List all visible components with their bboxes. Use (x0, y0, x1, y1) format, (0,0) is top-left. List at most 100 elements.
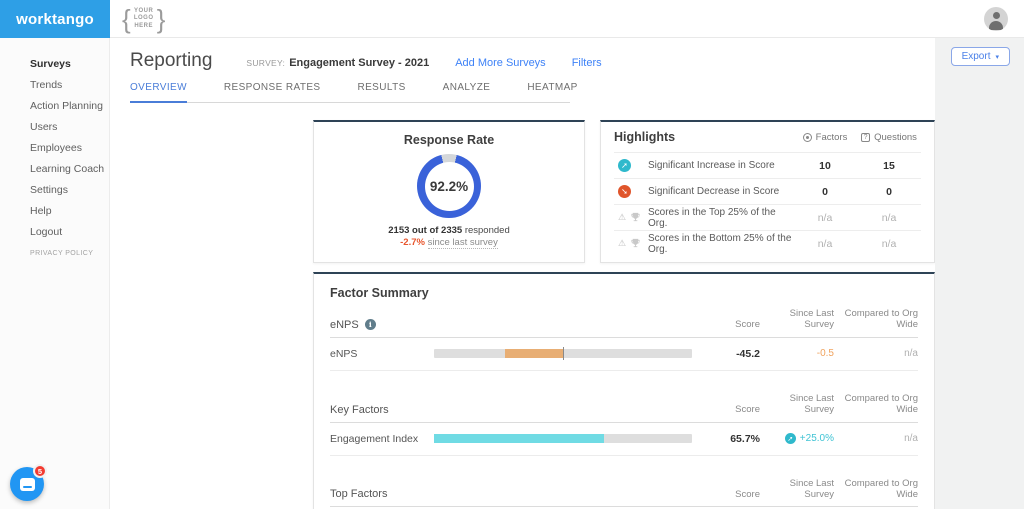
compared-value: n/a (842, 433, 918, 444)
score-column-header: Score (702, 319, 760, 330)
brace-right-icon: } (157, 6, 166, 32)
engagement-bar-segment (434, 434, 604, 443)
highlight-label: Scores in the Bottom 25% of the Org. (648, 233, 793, 255)
compared-to-org-wide-column-header: Compared to Org Wide (842, 478, 918, 501)
enps-group-header: eNPS i Score Since Last Survey Compared … (330, 308, 918, 338)
highlight-label: Significant Increase in Score (648, 160, 793, 171)
change-label[interactable]: since last survey (428, 237, 498, 249)
sidebar: Surveys Trends Action Planning Users Emp… (0, 38, 110, 509)
factors-value: 10 (793, 160, 857, 172)
group-label: eNPS (330, 319, 359, 331)
target-icon (803, 133, 812, 142)
privacy-policy-link[interactable]: PRIVACY POLICY (30, 250, 93, 257)
compared-value: n/a (842, 348, 918, 359)
group-label: Key Factors (330, 404, 702, 416)
questions-column-header: ? Questions (857, 132, 921, 143)
highlight-row-top25: ⚠ Scores in the Top 25% of the Org. n/a … (614, 204, 921, 230)
decrease-arrow-icon: ➘ (618, 185, 631, 198)
response-rate-card: Response Rate 92.2% 2153 out of 2335 res… (313, 120, 585, 263)
score-column-header: Score (702, 489, 760, 500)
tab-results[interactable]: RESULTS (357, 82, 405, 102)
questions-value: 0 (857, 186, 921, 198)
response-rate-change: -2.7% since last survey (314, 237, 584, 248)
warning-icon: ⚠ (618, 213, 626, 223)
page-title: Reporting (130, 50, 212, 72)
sidebar-item-logout[interactable]: Logout (0, 222, 109, 243)
survey-name: Engagement Survey - 2021 (289, 57, 429, 69)
since-last-survey-column-header: Since Last Survey (768, 478, 834, 501)
export-button[interactable]: Export ▾ (951, 47, 1010, 66)
since-last-survey-value: ➚ +25.0% (768, 433, 834, 444)
enps-row: eNPS -45.2 -0.5 n/a (330, 338, 918, 371)
factors-label: Factors (816, 132, 848, 143)
report-tabs: OVERVIEW RESPONSE RATES RESULTS ANALYZE … (130, 82, 570, 103)
tab-heatmap[interactable]: HEATMAP (527, 82, 577, 102)
factor-label: Engagement Index (330, 433, 434, 445)
response-rate-donut-chart: 92.2% (417, 154, 481, 218)
highlights-card: Highlights Factors ? Questions ➚ Signifi… (600, 120, 935, 263)
client-logo-placeholder: { YOUR LOGO HERE } (122, 4, 165, 34)
brace-left-icon: { (122, 6, 131, 32)
highlight-label: Significant Decrease in Score (648, 186, 793, 197)
responded-count: 2153 out of 2335 (388, 225, 462, 236)
sidebar-item-settings[interactable]: Settings (0, 180, 109, 201)
response-rate-detail: 2153 out of 2335 responded (314, 225, 584, 236)
tab-analyze[interactable]: ANALYZE (443, 82, 491, 102)
since-value-text: +25.0% (800, 433, 834, 444)
sidebar-item-employees[interactable]: Employees (0, 138, 109, 159)
key-factors-group-header: Key Factors Score Since Last Survey Comp… (330, 393, 918, 423)
since-last-survey-column-header: Since Last Survey (768, 393, 834, 416)
notification-badge: 5 (33, 464, 47, 478)
response-rate-title: Response Rate (314, 133, 584, 147)
compared-to-org-wide-column-header: Compared to Org Wide (842, 308, 918, 331)
add-more-surveys-link[interactable]: Add More Surveys (455, 57, 545, 69)
avatar-person-icon (993, 12, 1000, 19)
bar-center-tick (563, 347, 564, 360)
factor-label: eNPS (330, 348, 434, 360)
factors-value: 0 (793, 186, 857, 198)
compared-to-org-wide-column-header: Compared to Org Wide (842, 393, 918, 416)
highlight-row-increase: ➚ Significant Increase in Score 10 15 (614, 152, 921, 178)
score-column-header: Score (702, 404, 760, 415)
filters-link[interactable]: Filters (572, 57, 602, 69)
sidebar-item-learning-coach[interactable]: Learning Coach (0, 159, 109, 180)
sidebar-item-action-planning[interactable]: Action Planning (0, 96, 109, 117)
tab-overview[interactable]: OVERVIEW (130, 82, 187, 103)
avatar-person-icon (989, 21, 1003, 30)
client-logo-text: YOUR LOGO HERE (131, 8, 157, 31)
response-rate-value: 92.2% (425, 162, 474, 211)
export-label: Export (962, 51, 991, 62)
chat-launcher-button[interactable]: 5 (10, 467, 44, 501)
score-value: -45.2 (702, 348, 760, 360)
group-label: Top Factors (330, 488, 702, 500)
user-avatar[interactable] (984, 7, 1008, 31)
score-value: 65.7% (702, 433, 760, 445)
trophy-icon (630, 238, 641, 249)
engagement-index-bar-chart (434, 434, 692, 443)
questions-value: n/a (857, 212, 921, 224)
responded-text: responded (462, 225, 510, 236)
factors-column-header: Factors (793, 132, 857, 143)
sidebar-item-trends[interactable]: Trends (0, 75, 109, 96)
warning-icon: ⚠ (618, 239, 626, 249)
since-last-survey-value: -0.5 (768, 348, 834, 359)
highlights-header: Highlights Factors ? Questions (614, 122, 921, 152)
info-icon[interactable]: i (365, 319, 376, 330)
questions-label: Questions (874, 132, 917, 143)
sidebar-item-users[interactable]: Users (0, 117, 109, 138)
enps-bar-chart (434, 349, 692, 358)
factor-summary-card: Factor Summary eNPS i Score Since Last S… (313, 272, 935, 509)
highlight-row-decrease: ➘ Significant Decrease in Score 0 0 (614, 178, 921, 204)
tab-response-rates[interactable]: RESPONSE RATES (224, 82, 321, 102)
highlights-title: Highlights (614, 130, 793, 144)
increase-arrow-icon: ➚ (618, 159, 631, 172)
factors-value: n/a (793, 238, 857, 250)
sidebar-item-help[interactable]: Help (0, 201, 109, 222)
increase-arrow-icon: ➚ (785, 433, 796, 444)
since-last-survey-column-header: Since Last Survey (768, 308, 834, 331)
factors-value: n/a (793, 212, 857, 224)
main-content: Reporting SURVEY: Engagement Survey - 20… (110, 38, 935, 509)
chevron-down-icon: ▾ (995, 54, 999, 61)
enps-bar-segment (505, 349, 563, 358)
sidebar-item-surveys[interactable]: Surveys (0, 54, 109, 75)
